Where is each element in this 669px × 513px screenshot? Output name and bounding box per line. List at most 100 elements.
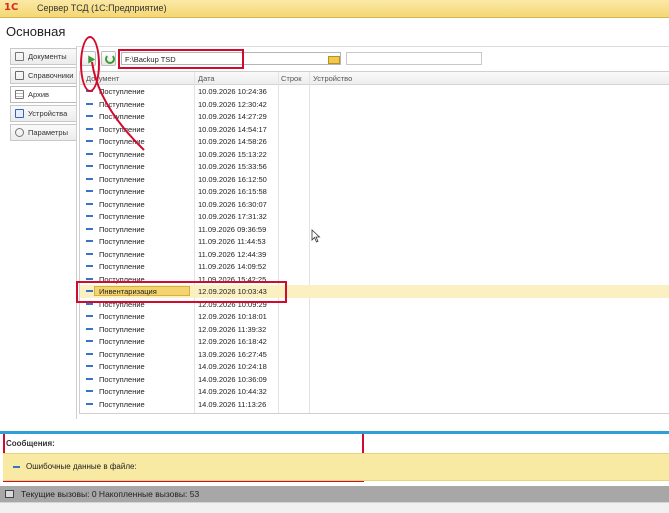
document-icon: [86, 190, 93, 192]
table-row[interactable]: Поступление 10.09.2026 16:30:07: [80, 198, 669, 211]
row-date: 10.09.2026 10:24:36: [198, 87, 267, 96]
row-document: Поступление: [99, 399, 145, 409]
table-body: Поступление 10.09.2026 10:24:36 Поступлени…: [80, 85, 669, 410]
tab-catalogs[interactable]: Справочники: [10, 67, 76, 84]
row-date: 12.09.2026 10:09:29: [198, 299, 267, 309]
windows-icon[interactable]: [5, 490, 14, 498]
backup-path-input[interactable]: F:\Backup TSD: [121, 52, 341, 65]
row-date: 10.09.2026 14:58:26: [198, 137, 267, 146]
table-row[interactable]: Поступление 11.09.2026 14:09:52: [80, 260, 669, 273]
choose-folder-button[interactable]: [326, 53, 340, 64]
document-icon: [86, 290, 93, 292]
table-row[interactable]: Поступление 11.09.2026 11:44:53: [80, 235, 669, 248]
catalog-icon: [15, 71, 24, 80]
table-row[interactable]: Поступление 11.09.2026 09:36:59: [80, 223, 669, 236]
table-row[interactable]: Поступление 11.09.2026 15:42:25: [80, 273, 669, 286]
table-header: Документ Дата Строк Устройство: [80, 72, 669, 85]
row-document: Поступление: [99, 249, 145, 259]
table-row[interactable]: Поступление 13.09.2026 16:27:45: [80, 348, 669, 361]
table-row[interactable]: Поступление 10.09.2026 15:13:22: [80, 148, 669, 161]
table-row[interactable]: Поступление 10.09.2026 12:30:42: [80, 98, 669, 111]
annotation-arrow: [91, 61, 145, 151]
row-date: 14.09.2026 10:36:09: [198, 374, 267, 384]
row-document: Поступление: [99, 199, 145, 209]
document-icon: [86, 377, 93, 380]
sidebar-tabs: Документы Справочники Архив Устройства П…: [10, 48, 76, 143]
table-row[interactable]: Поступление 10.09.2026 14:54:17: [80, 123, 669, 136]
title-bar: 1С Сервер ТСД (1С:Предприятие): [0, 0, 669, 18]
row-document: Поступление: [99, 312, 145, 321]
row-date: 12.09.2026 10:03:43: [198, 287, 267, 296]
message-text: Ошибочные данные в файле:: [26, 462, 137, 471]
row-date: 11.09.2026 12:44:39: [198, 249, 267, 259]
table-row[interactable]: Поступление 10.09.2026 14:27:29: [80, 110, 669, 123]
column-lines[interactable]: Строк: [281, 74, 301, 83]
column-device[interactable]: Устройство: [313, 74, 352, 83]
document-icon: [15, 52, 24, 61]
page-title: Основная: [6, 24, 66, 39]
row-date: 10.09.2026 12:30:42: [198, 99, 267, 109]
document-icon: [86, 165, 93, 167]
table-row[interactable]: Поступление 14.09.2026 10:44:32: [80, 385, 669, 398]
row-document: Поступление: [99, 337, 145, 346]
device-icon: [15, 109, 24, 118]
row-date: 10.09.2026 14:54:17: [198, 124, 267, 134]
table-row[interactable]: Поступление 12.09.2026 10:09:29: [80, 298, 669, 311]
table-row[interactable]: Поступление 10.09.2026 16:15:58: [80, 185, 669, 198]
tab-parameters[interactable]: Параметры: [10, 124, 76, 141]
tab-archive[interactable]: Архив: [10, 86, 76, 103]
archive-table: Документ Дата Строк Устройство Поступлен…: [79, 71, 669, 414]
row-date: 10.09.2026 17:31:32: [198, 212, 267, 221]
table-row[interactable]: Поступление 12.09.2026 16:18:42: [80, 335, 669, 348]
table-row[interactable]: Инвентаризация 12.09.2026 10:03:43: [80, 285, 669, 298]
row-date: 13.09.2026 16:27:45: [198, 349, 267, 359]
row-document: Поступление: [99, 274, 145, 284]
row-date: 11.09.2026 15:42:25: [198, 274, 267, 284]
status-text: Текущие вызовы: 0 Накопленные вызовы: 53: [21, 489, 200, 499]
table-row[interactable]: Поступление 10.09.2026 15:33:56: [80, 160, 669, 173]
row-document: Поступление: [99, 224, 145, 234]
mouse-cursor-icon: [311, 229, 321, 243]
document-icon: [86, 365, 93, 367]
tab-label: Устройства: [28, 109, 68, 118]
table-row[interactable]: Поступление 12.09.2026 11:39:32: [80, 323, 669, 336]
table-row[interactable]: Поступление 10.09.2026 16:12:50: [80, 173, 669, 186]
app-logo: 1С: [4, 2, 19, 13]
archive-icon: [15, 90, 24, 99]
column-date[interactable]: Дата: [198, 74, 215, 83]
table-row[interactable]: Поступление 14.09.2026 10:36:09: [80, 373, 669, 386]
table-row[interactable]: Поступление 10.09.2026 17:31:32: [80, 210, 669, 223]
message-marker-icon: [13, 465, 20, 468]
accent-bar: [0, 431, 669, 434]
folder-icon: [328, 56, 340, 64]
row-date: 12.09.2026 16:18:42: [198, 337, 267, 346]
table-row[interactable]: Поступление 10.09.2026 10:24:36: [80, 85, 669, 98]
document-icon: [86, 240, 93, 242]
table-row[interactable]: Поступление 12.09.2026 10:18:01: [80, 310, 669, 323]
row-date: 10.09.2026 15:13:22: [198, 149, 267, 159]
messages-title: Сообщения:: [6, 439, 55, 448]
tab-documents[interactable]: Документы: [10, 48, 76, 65]
filter-input[interactable]: [346, 52, 482, 65]
row-document: Поступление: [99, 374, 145, 384]
table-row[interactable]: Поступление 14.09.2026 11:13:26: [80, 398, 669, 411]
window-title: Сервер ТСД (1С:Предприятие): [37, 3, 167, 13]
document-icon: [86, 315, 93, 317]
table-row[interactable]: Поступление 14.09.2026 10:24:18: [80, 360, 669, 373]
document-icon: [86, 265, 93, 267]
document-icon: [86, 277, 93, 280]
table-row[interactable]: Поступление 10.09.2026 14:58:26: [80, 135, 669, 148]
document-icon: [86, 215, 93, 217]
row-document: Поступление: [99, 299, 145, 309]
document-icon: [86, 402, 93, 405]
tab-devices[interactable]: Устройства: [10, 105, 76, 122]
table-row[interactable]: Поступление 11.09.2026 12:44:39: [80, 248, 669, 261]
row-date: 10.09.2026 15:33:56: [198, 162, 267, 171]
row-date: 12.09.2026 10:18:01: [198, 312, 267, 321]
row-date: 11.09.2026 09:36:59: [198, 224, 267, 234]
document-icon: [86, 202, 93, 205]
document-icon: [86, 252, 93, 255]
message-item[interactable]: Ошибочные данные в файле:: [13, 462, 137, 471]
document-icon: [86, 302, 93, 305]
document-icon: [86, 352, 93, 355]
